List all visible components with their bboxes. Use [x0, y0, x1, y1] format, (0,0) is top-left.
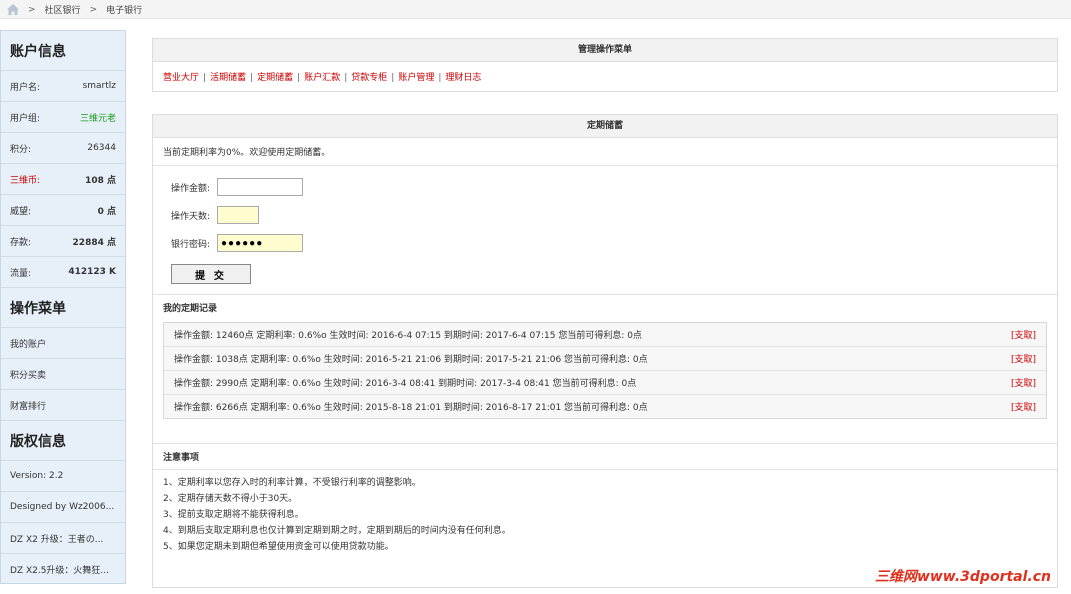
- account-value: smartlz: [82, 81, 116, 91]
- copyright-row: Designed by Wz2006...: [1, 492, 125, 523]
- menu-link-remittance[interactable]: 账户汇款: [304, 73, 340, 83]
- submit-button[interactable]: 提 交: [171, 264, 251, 284]
- copyright-row: DZ X2 升级：王者の...: [1, 523, 125, 554]
- breadcrumb-item-ebank[interactable]: 电子银行: [106, 3, 142, 16]
- menu-link-fixed-savings[interactable]: 定期储蓄: [257, 73, 293, 83]
- records-list: 操作金额: 12460点 定期利率: 0.6%o 生效时间: 2016-6-4 …: [163, 322, 1047, 419]
- record-text: 操作金额: 6266点 定期利率: 0.6%o 生效时间: 2015-8-18 …: [174, 403, 648, 413]
- days-input[interactable]: [217, 206, 259, 224]
- account-row-points: 积分: 26344: [1, 133, 125, 164]
- account-row-deposit: 存款: 22884 点: [1, 226, 125, 257]
- sidebar: 账户信息 用户名: smartlz 用户组: 三维元老 积分: 26344 三维…: [0, 30, 126, 584]
- days-label: 操作天数:: [171, 211, 211, 222]
- breadcrumb-separator: >: [28, 4, 36, 15]
- sidebar-item-points-trade[interactable]: 积分买卖: [1, 359, 125, 390]
- record-row: 操作金额: 12460点 定期利率: 0.6%o 生效时间: 2016-6-4 …: [164, 323, 1046, 347]
- days-row: 操作天数:: [171, 206, 1039, 224]
- top-bar: > 社区银行 > 电子银行: [0, 0, 1071, 19]
- account-value: 26344: [87, 143, 116, 153]
- home-icon[interactable]: [7, 4, 19, 15]
- watermark-en: www.3dportal.cn: [916, 569, 1051, 585]
- operation-menu-heading: 操作菜单: [1, 288, 125, 328]
- management-menu-panel: 管理操作菜单 营业大厅 | 活期储蓄 | 定期储蓄 | 账户汇款 | 贷款专柜 | 账户管理 | 理财日…: [152, 38, 1058, 92]
- record-row: 操作金额: 2990点 定期利率: 0.6%o 生效时间: 2016-3-4 0…: [164, 371, 1046, 395]
- account-value: 412123 K: [68, 267, 116, 277]
- rate-notice: 当前定期利率为0%。欢迎使用定期储蓄。: [153, 138, 1057, 166]
- account-row-traffic: 流量: 412123 K: [1, 257, 125, 288]
- record-text: 操作金额: 12460点 定期利率: 0.6%o 生效时间: 2016-6-4 …: [174, 331, 642, 341]
- notes-title: 注意事项: [153, 443, 1057, 470]
- menu-link-loans[interactable]: 贷款专柜: [351, 73, 387, 83]
- amount-input[interactable]: [217, 178, 303, 196]
- account-row-usergroup: 用户组: 三维元老: [1, 102, 125, 133]
- account-value: 22884 点: [72, 237, 116, 248]
- menu-link-demand-savings[interactable]: 活期储蓄: [210, 73, 246, 83]
- account-value: 0 点: [97, 206, 116, 217]
- account-row-coins: 三维币: 108 点: [1, 164, 125, 195]
- breadcrumb-item-community-bank[interactable]: 社区银行: [45, 3, 81, 16]
- password-row: 银行密码:: [171, 234, 1039, 252]
- account-label: 用户组:: [10, 113, 41, 124]
- fixed-savings-panel: 定期储蓄 当前定期利率为0%。欢迎使用定期储蓄。 操作金额: 操作天数: 银行密…: [152, 114, 1058, 588]
- account-label: 积分:: [10, 144, 32, 155]
- withdraw-link[interactable]: [支取]: [1011, 400, 1036, 413]
- withdraw-link[interactable]: [支取]: [1011, 328, 1036, 341]
- withdraw-link[interactable]: [支取]: [1011, 352, 1036, 365]
- note-item: 1、定期利率以您存入时的利率计算，不受银行利率的调整影响。: [163, 478, 421, 488]
- copyright-row: Version: 2.2: [1, 461, 125, 492]
- breadcrumb: > 社区银行 > 电子银行: [7, 3, 142, 16]
- account-label: 用户名:: [10, 82, 41, 93]
- breadcrumb-separator: >: [89, 4, 98, 15]
- account-label: 流量:: [10, 268, 32, 279]
- account-value: 三维元老: [79, 113, 116, 124]
- note-item: 2、定期存储天数不得小于30天。: [163, 494, 298, 504]
- menu-link-business-hall[interactable]: 营业大厅: [163, 73, 199, 83]
- record-text: 操作金额: 1038点 定期利率: 0.6%o 生效时间: 2016-5-21 …: [174, 355, 648, 365]
- copyright-heading: 版权信息: [1, 421, 125, 461]
- account-label: 存款:: [10, 237, 32, 248]
- amount-label: 操作金额:: [171, 183, 211, 194]
- note-item: 4、到期后支取定期利息也仅计算到定期到期之时，定期到期后的时间内没有任何利息。: [163, 526, 511, 536]
- menu-link-finance-log[interactable]: 理财日志: [445, 73, 481, 83]
- watermark-cn: 三维网: [874, 569, 917, 585]
- management-menu-links: 营业大厅 | 活期储蓄 | 定期储蓄 | 账户汇款 | 贷款专柜 | 账户管理 | 理财日志: [163, 73, 482, 83]
- record-row: 操作金额: 6266点 定期利率: 0.6%o 生效时间: 2015-8-18 …: [164, 395, 1046, 418]
- account-value: 108 点: [85, 175, 116, 186]
- account-label: 三维币:: [10, 175, 41, 186]
- account-row-prestige: 威望: 0 点: [1, 195, 125, 226]
- note-item: 3、提前支取定期将不能获得利息。: [163, 510, 304, 520]
- amount-row: 操作金额:: [171, 178, 1039, 196]
- record-text: 操作金额: 2990点 定期利率: 0.6%o 生效时间: 2016-3-4 0…: [174, 379, 637, 389]
- sidebar-item-wealth-rank[interactable]: 财富排行: [1, 390, 125, 421]
- account-info-heading: 账户信息: [1, 31, 125, 71]
- bank-password-input[interactable]: [217, 234, 303, 252]
- fixed-savings-form: 操作金额: 操作天数: 银行密码: 提 交: [153, 166, 1057, 295]
- password-label: 银行密码:: [171, 239, 211, 250]
- site-watermark: 三维网www.3dportal.cn: [875, 566, 1051, 586]
- menu-link-account-manage[interactable]: 账户管理: [398, 73, 434, 83]
- fixed-savings-title: 定期储蓄: [153, 115, 1057, 138]
- account-label: 威望:: [10, 206, 32, 217]
- copyright-row: DZ X2.5升级：火舞狂...: [10, 565, 110, 576]
- sidebar-item-my-account[interactable]: 我的账户: [1, 328, 125, 359]
- note-item: 5、如果您定期未到期但希望使用资金可以使用贷款功能。: [163, 542, 394, 552]
- withdraw-link[interactable]: [支取]: [1011, 376, 1036, 389]
- account-row-username: 用户名: smartlz: [1, 71, 125, 102]
- record-row: 操作金额: 1038点 定期利率: 0.6%o 生效时间: 2016-5-21 …: [164, 347, 1046, 371]
- management-menu-title: 管理操作菜单: [153, 39, 1057, 62]
- records-title: 我的定期记录: [163, 304, 218, 314]
- notes-list: 1、定期利率以您存入时的利率计算，不受银行利率的调整影响。 2、定期存储天数不得…: [153, 470, 1057, 560]
